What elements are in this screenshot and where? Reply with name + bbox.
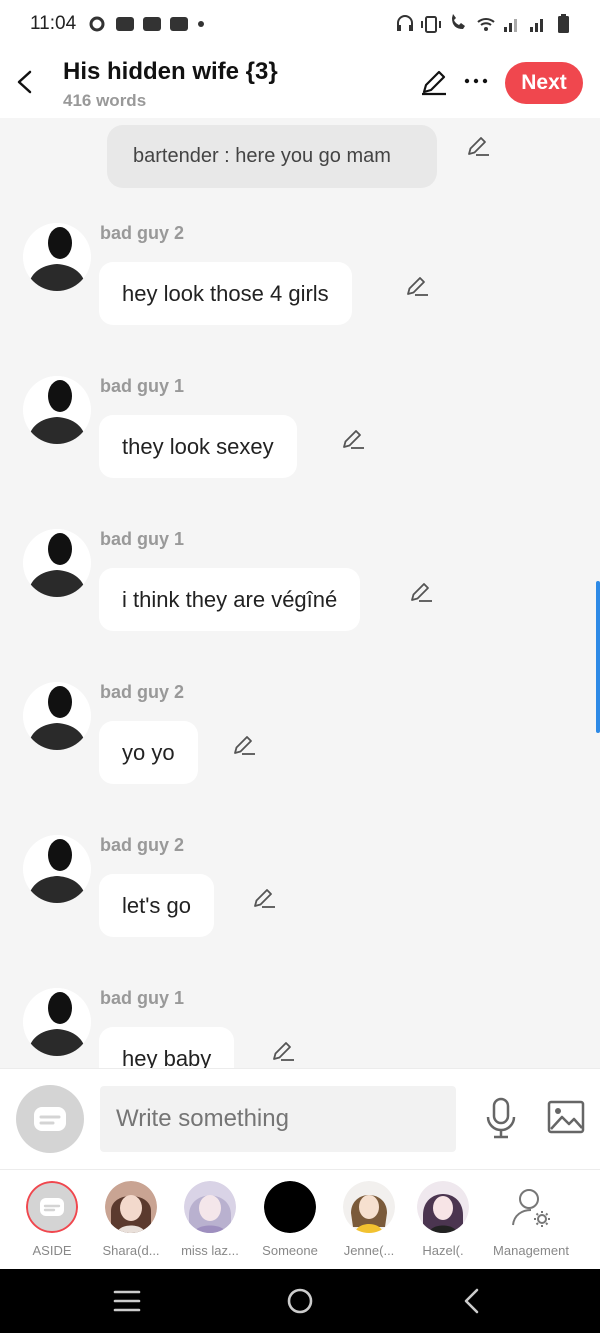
edit-icon[interactable] [270, 1039, 296, 1065]
character-label: miss laz... [181, 1243, 239, 1258]
character-label: Shara(d... [102, 1243, 160, 1258]
message-row: bad guy 1 i think they are végîné [0, 525, 600, 675]
status-bar: 11:04 [0, 0, 600, 48]
message-row: bad guy 2 hey look those 4 girls [0, 219, 600, 369]
edit-icon[interactable] [251, 886, 277, 912]
edit-title-icon[interactable] [420, 68, 448, 96]
notification-icons [89, 16, 204, 32]
back-icon[interactable] [460, 1287, 484, 1315]
avatar[interactable] [23, 988, 91, 1056]
character-bar: ASIDE Shara(d... miss laz... Someone Jen… [0, 1169, 600, 1270]
aside-icon [34, 1107, 66, 1131]
chat-area[interactable]: bartender : here you go mam bad guy 2 he… [0, 118, 600, 1068]
message-bubble[interactable]: yo yo [99, 721, 198, 784]
speaker-name: bad guy 1 [100, 529, 185, 549]
character-avatar [343, 1181, 395, 1233]
black-avatar [264, 1181, 316, 1233]
back-arrow-icon[interactable] [12, 64, 40, 100]
character-label: Hazel(. [422, 1243, 464, 1258]
microphone-icon[interactable] [484, 1097, 518, 1139]
home-icon[interactable] [285, 1286, 315, 1316]
composer-bar [0, 1068, 600, 1169]
recent-apps-icon[interactable] [112, 1289, 142, 1313]
message-row: bad guy 1 they look sexey [0, 372, 600, 522]
edit-icon[interactable] [404, 274, 430, 300]
message-bubble[interactable]: i think they are végîné [99, 568, 361, 631]
word-count: 416 words [63, 91, 147, 110]
image-icon[interactable] [547, 1100, 585, 1134]
character-avatar [105, 1181, 157, 1233]
edit-icon[interactable] [231, 733, 257, 759]
message-input[interactable] [100, 1086, 456, 1152]
message-row: bad guy 2 yo yo [0, 678, 600, 828]
user-gear-icon [512, 1189, 550, 1227]
character-someone[interactable]: Someone [250, 1170, 330, 1270]
message-row: bad guy 2 let's go [0, 831, 600, 981]
story-title: His hidden wife {3} [63, 58, 278, 85]
speaker-name: bad guy 2 [100, 835, 185, 855]
character-label: Jenne(... [343, 1243, 395, 1258]
avatar[interactable] [23, 682, 91, 750]
message-bubble[interactable]: hey baby [99, 1027, 235, 1068]
character-avatar [417, 1181, 469, 1233]
avatar[interactable] [23, 376, 91, 444]
aside-toggle-button[interactable] [16, 1085, 84, 1153]
message-bubble[interactable]: let's go [99, 874, 215, 937]
edit-icon[interactable] [408, 580, 434, 606]
edit-icon[interactable] [465, 134, 491, 160]
speaker-name: bad guy 1 [100, 376, 185, 396]
narration-text: bartender : here you go mam [133, 145, 391, 167]
next-button[interactable]: Next [505, 62, 583, 104]
status-time: 11:04 [30, 13, 77, 34]
avatar[interactable] [23, 835, 91, 903]
speaker-name: bad guy 2 [100, 223, 185, 243]
character-hazel[interactable]: Hazel(. [403, 1170, 483, 1270]
avatar[interactable] [23, 529, 91, 597]
narration-bubble[interactable]: bartender : here you go mam [107, 125, 437, 188]
message-bubble[interactable]: hey look those 4 girls [99, 262, 352, 325]
aside-icon [26, 1181, 78, 1233]
character-avatar [184, 1181, 236, 1233]
character-miss-laz[interactable]: miss laz... [170, 1170, 250, 1270]
more-options-icon[interactable] [463, 68, 489, 94]
speaker-name: bad guy 2 [100, 682, 185, 702]
scroll-indicator[interactable] [596, 581, 600, 733]
character-label: ASIDE [32, 1243, 72, 1258]
top-bar: His hidden wife {3} 416 words Next [0, 48, 600, 118]
character-label: Someone [262, 1243, 318, 1258]
message-row: bad guy 1 hey baby [0, 984, 600, 1068]
message-bubble[interactable]: they look sexey [99, 415, 297, 478]
character-label: Management [493, 1243, 569, 1258]
system-status-icons [397, 14, 569, 33]
avatar[interactable] [23, 223, 91, 291]
character-aside[interactable]: ASIDE [12, 1170, 92, 1270]
character-jenne[interactable]: Jenne(... [329, 1170, 409, 1270]
management-button[interactable]: Management [486, 1170, 576, 1270]
speaker-name: bad guy 1 [100, 988, 185, 1008]
system-nav-bar [0, 1269, 600, 1333]
character-shara[interactable]: Shara(d... [91, 1170, 171, 1270]
edit-icon[interactable] [340, 427, 366, 453]
